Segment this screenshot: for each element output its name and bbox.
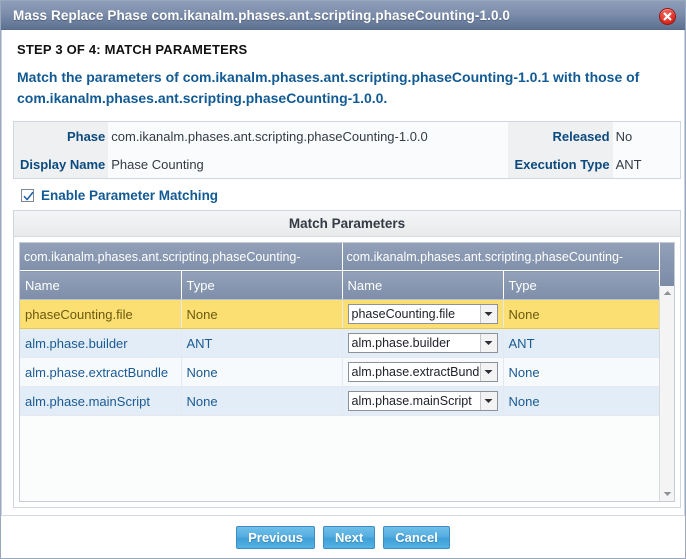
grid-group-header-row: com.ikanalm.phases.ant.scripting.phaseCo…	[20, 243, 660, 271]
cell-source-type: ANT	[181, 328, 343, 358]
cell-target-name: alm.phase.mainScript	[342, 386, 504, 416]
grid-col-source-type[interactable]: Type	[181, 270, 343, 300]
released-label: Released	[508, 121, 613, 150]
scroll-down-icon[interactable]	[660, 487, 674, 501]
mass-replace-phase-dialog: Mass Replace Phase com.ikanalm.phases.an…	[0, 0, 686, 559]
table-row[interactable]: alm.phase.extractBundle None alm.phase.e…	[20, 357, 660, 387]
target-name-dropdown[interactable]: alm.phase.mainScript	[347, 391, 498, 411]
released-value: No	[615, 128, 633, 144]
cell-source-name: alm.phase.extractBundle	[20, 357, 182, 387]
enable-parameter-matching-label[interactable]: Enable Parameter Matching	[41, 188, 218, 203]
target-name-dropdown-value: alm.phase.extractBundle	[351, 365, 480, 379]
enable-parameter-matching-checkbox[interactable]	[21, 189, 34, 202]
phase-info-table: Phase com.ikanalm.phases.ant.scripting.p…	[13, 121, 681, 179]
check-icon	[23, 191, 34, 201]
cell-source-type: None	[181, 357, 343, 387]
step-description: Match the parameters of com.ikanalm.phas…	[17, 69, 640, 106]
step-title: STEP 3 OF 4: MATCH PARAMETERS	[17, 42, 248, 57]
info-row-phase: Phase com.ikanalm.phases.ant.scripting.p…	[13, 121, 681, 150]
info-row-display-name: Display Name Phase Counting Execution Ty…	[13, 150, 681, 179]
cell-target-type: None	[503, 357, 660, 387]
target-name-dropdown[interactable]: alm.phase.builder	[347, 333, 498, 353]
cell-target-name: alm.phase.extractBundle	[342, 357, 504, 387]
cell-source-name: alm.phase.mainScript	[20, 386, 182, 416]
chevron-down-icon	[479, 334, 497, 352]
match-parameters-title: Match Parameters	[14, 211, 680, 237]
next-button[interactable]: Next	[323, 525, 376, 549]
display-name-label: Display Name	[13, 150, 109, 179]
phase-label: Phase	[13, 121, 109, 150]
cell-target-type: None	[503, 386, 660, 416]
chevron-down-icon	[479, 392, 497, 410]
target-name-dropdown-value: phaseCounting.file	[351, 307, 456, 321]
target-name-dropdown-value: alm.phase.mainScript	[351, 394, 472, 408]
dialog-title: Mass Replace Phase com.ikanalm.phases.an…	[13, 7, 511, 23]
grid-header-filler	[659, 243, 674, 286]
grid-col-source-name[interactable]: Name	[20, 270, 182, 300]
cell-source-name: phaseCounting.file	[20, 299, 182, 329]
execution-type-label: Execution Type	[508, 150, 613, 179]
cell-source-type: None	[181, 299, 343, 329]
target-name-dropdown[interactable]: alm.phase.extractBundle	[347, 362, 498, 382]
match-parameters-panel: Match Parameters com.ikanalm.phases.ant.…	[13, 210, 681, 508]
cell-target-type: None	[503, 299, 660, 329]
grid-group-header-target: com.ikanalm.phases.ant.scripting.phaseCo…	[342, 243, 660, 271]
cell-source-name: alm.phase.builder	[20, 328, 182, 358]
grid-vertical-scrollbar[interactable]	[659, 286, 674, 501]
cell-target-name: alm.phase.builder	[342, 328, 504, 358]
display-name-value: Phase Counting	[111, 156, 204, 172]
phase-value: com.ikanalm.phases.ant.scripting.phaseCo…	[111, 128, 428, 144]
grid-col-target-type[interactable]: Type	[503, 270, 660, 300]
match-parameters-grid-wrapper: com.ikanalm.phases.ant.scripting.phaseCo…	[19, 242, 675, 502]
cell-source-type: None	[181, 386, 343, 416]
enable-parameter-matching-row[interactable]: Enable Parameter Matching	[21, 188, 676, 203]
grid-column-header-row: Name Type Name Type	[20, 270, 660, 300]
execution-type-value: ANT	[615, 156, 642, 172]
grid-col-target-name[interactable]: Name	[342, 270, 504, 300]
cell-target-type: ANT	[503, 328, 660, 358]
table-row[interactable]: phaseCounting.file None phaseCounting.fi…	[20, 299, 660, 329]
dialog-content: STEP 3 OF 4: MATCH PARAMETERS Match the …	[1, 30, 685, 515]
chevron-down-icon	[479, 305, 497, 323]
match-parameters-grid: com.ikanalm.phases.ant.scripting.phaseCo…	[20, 243, 660, 416]
target-name-dropdown-value: alm.phase.builder	[351, 336, 451, 350]
chevron-down-icon	[479, 363, 497, 381]
cell-target-name: phaseCounting.file	[342, 299, 504, 329]
cancel-button[interactable]: Cancel	[383, 525, 450, 549]
table-row[interactable]: alm.phase.builder ANT alm.phase.builder	[20, 328, 660, 358]
dialog-footer: Previous Next Cancel	[1, 515, 685, 558]
scroll-up-icon[interactable]	[660, 286, 674, 300]
target-name-dropdown[interactable]: phaseCounting.file	[347, 304, 498, 324]
grid-group-header-source: com.ikanalm.phases.ant.scripting.phaseCo…	[20, 243, 343, 271]
close-icon[interactable]	[659, 8, 676, 25]
previous-button[interactable]: Previous	[236, 525, 316, 549]
table-row[interactable]: alm.phase.mainScript None alm.phase.main…	[20, 386, 660, 416]
dialog-titlebar: Mass Replace Phase com.ikanalm.phases.an…	[1, 1, 685, 30]
